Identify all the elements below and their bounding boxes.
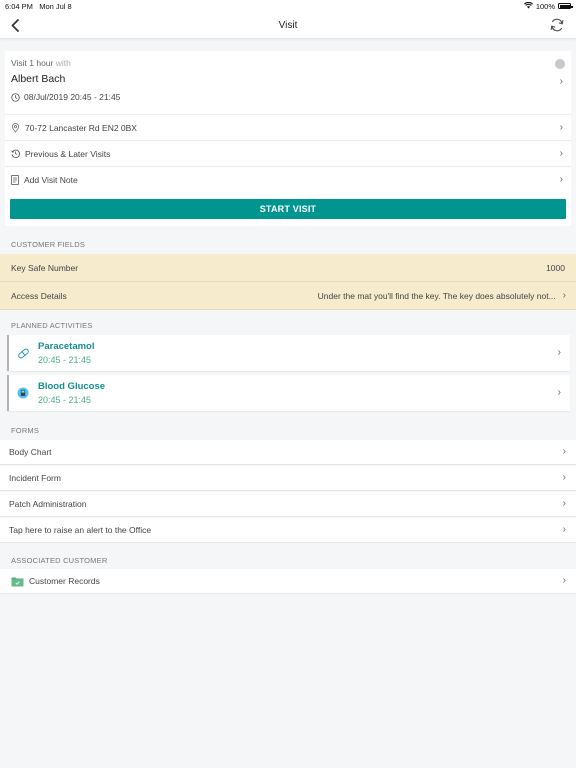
- form-label: Tap here to raise an alert to the Office: [9, 525, 152, 535]
- page-title: Visit: [278, 19, 298, 31]
- activity-name: Paracetamol: [38, 341, 95, 352]
- customer-fields-header: CUSTOMER FIELDS: [11, 240, 86, 249]
- previous-later-visits-row[interactable]: Previous & Later Visits ›: [5, 140, 571, 166]
- pill-icon: [16, 346, 30, 360]
- visit-duration-text: Visit 1 hour: [11, 58, 54, 68]
- form-item-raise-alert[interactable]: Tap here to raise an alert to the Office…: [0, 518, 576, 543]
- activity-name: Blood Glucose: [38, 381, 106, 392]
- chevron-left-icon: [11, 18, 19, 32]
- battery-percent: 100%: [535, 1, 555, 11]
- customer-records-label: Customer Records: [29, 576, 100, 586]
- chevron-right-icon: ›: [562, 446, 566, 457]
- chevron-right-icon: ›: [559, 173, 563, 185]
- chevron-right-icon: ›: [562, 289, 566, 301]
- planned-activities-header: PLANNED ACTIVITIES: [11, 321, 93, 330]
- customer-field-value: 1000: [546, 262, 565, 273]
- visit-datetime: 08/Jul/2019 20:45 - 21:45: [24, 92, 121, 102]
- form-item-patch-administration[interactable]: Patch Administration ›: [0, 492, 576, 517]
- activity-item[interactable]: Paracetamol 20:45 - 21:45 ›: [7, 335, 570, 371]
- nav-bar: Visit: [0, 12, 576, 39]
- form-label: Incident Form: [9, 473, 61, 483]
- customer-field-label: Access Details: [11, 290, 67, 301]
- visit-card: Visit 1 hour with Albert Bach 08/Jul/201…: [5, 51, 571, 226]
- activity-time: 20:45 - 21:45: [38, 395, 92, 405]
- status-time: 6:04 PM: [5, 1, 33, 11]
- customer-field-key-safe: Key Safe Number 1000: [0, 254, 576, 282]
- form-item-body-chart[interactable]: Body Chart ›: [0, 440, 576, 465]
- refresh-button[interactable]: [549, 17, 565, 33]
- visit-header[interactable]: Visit 1 hour with Albert Bach 08/Jul/201…: [5, 51, 571, 114]
- history-icon: [11, 149, 20, 158]
- status-bar: 6:04 PM Mon Jul 8 100%: [0, 0, 576, 12]
- associated-customer-header: ASSOCIATED CUSTOMER: [11, 556, 108, 565]
- visit-duration: Visit 1 hour with: [11, 58, 565, 68]
- form-item-incident-form[interactable]: Incident Form ›: [0, 466, 576, 491]
- chevron-right-icon: ›: [562, 498, 566, 509]
- location-pin-icon: [11, 122, 20, 133]
- chevron-right-icon: ›: [557, 387, 561, 398]
- start-visit-button[interactable]: START VISIT: [10, 199, 566, 219]
- address-text: 70-72 Lancaster Rd EN2 0BX: [25, 122, 137, 133]
- customer-records-row[interactable]: Customer Records ›: [0, 569, 576, 594]
- add-visit-note-label: Add Visit Note: [24, 174, 78, 185]
- customer-field-value: Under the mat you'll find the key. The k…: [317, 290, 556, 301]
- chevron-right-icon: ›: [559, 76, 563, 87]
- chevron-right-icon: ›: [562, 472, 566, 483]
- customer-name: Albert Bach: [11, 73, 66, 85]
- chevron-right-icon: ›: [557, 347, 561, 358]
- visit-datetime-row: 08/Jul/2019 20:45 - 21:45: [11, 92, 565, 102]
- customer-field-label: Key Safe Number: [11, 262, 79, 273]
- form-label: Body Chart: [9, 447, 52, 457]
- address-row[interactable]: 70-72 Lancaster Rd EN2 0BX ›: [5, 114, 571, 140]
- chevron-right-icon: ›: [562, 524, 566, 535]
- back-button[interactable]: [8, 17, 22, 33]
- glucose-meter-icon: [16, 386, 30, 400]
- previous-later-visits-label: Previous & Later Visits: [25, 148, 111, 159]
- form-label: Patch Administration: [9, 499, 87, 509]
- forms-header: FORMS: [11, 426, 40, 435]
- visit-duration-with: with: [55, 58, 71, 68]
- chevron-right-icon: ›: [562, 575, 566, 586]
- refresh-icon: [550, 18, 564, 32]
- battery-icon: [558, 3, 573, 9]
- note-icon: [11, 174, 19, 185]
- activity-time: 20:45 - 21:45: [38, 355, 92, 365]
- clock-icon: [11, 92, 20, 102]
- chevron-right-icon: ›: [559, 121, 563, 133]
- add-visit-note-row[interactable]: Add Visit Note ›: [5, 166, 571, 192]
- wifi-icon: [523, 1, 533, 11]
- activity-item[interactable]: Blood Glucose 20:45 - 21:45 ›: [7, 375, 570, 411]
- customer-field-access-details[interactable]: Access Details Under the mat you'll find…: [0, 282, 576, 310]
- status-date: Mon Jul 8: [39, 1, 72, 11]
- chevron-right-icon: ›: [559, 147, 563, 159]
- visit-status-dot: [555, 59, 565, 69]
- folder-check-icon: [11, 576, 24, 587]
